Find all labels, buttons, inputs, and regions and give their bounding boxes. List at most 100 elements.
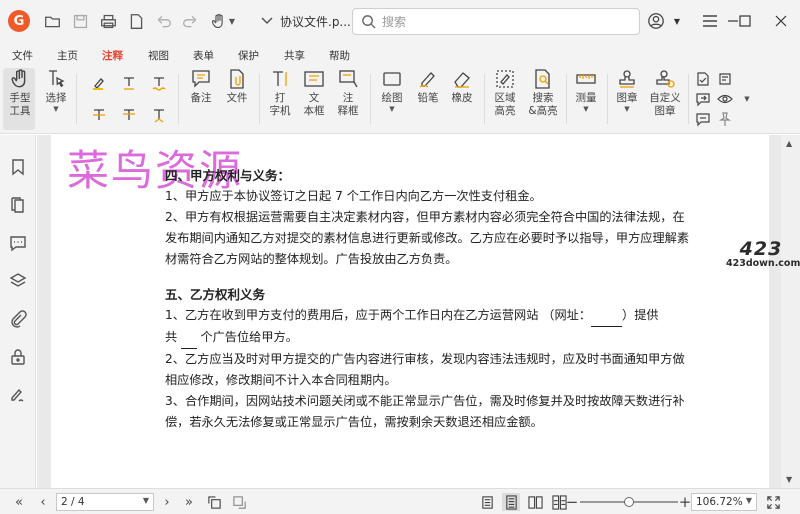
hand-tool-icon[interactable] <box>208 11 228 31</box>
hand-tool-button[interactable]: 手型 工具 <box>6 68 34 118</box>
save-icon[interactable] <box>70 11 90 31</box>
previous-view-icon[interactable] <box>205 493 223 511</box>
zoom-slider[interactable] <box>580 497 678 507</box>
strikeout-text-icon[interactable] <box>90 106 108 124</box>
stamp-button[interactable]: 图章 ▼ <box>612 68 642 113</box>
undo-icon[interactable] <box>153 11 173 31</box>
select-dropdown-icon[interactable]: ▼ <box>53 105 58 113</box>
app-logo[interactable]: G <box>8 10 30 32</box>
hand-tool-dropdown-icon[interactable]: ▼ <box>226 11 238 31</box>
typewriter-button[interactable]: 打 字机 <box>266 68 294 118</box>
search-highlight-label: 搜索 &高亮 <box>528 92 558 117</box>
stamp-dropdown-icon[interactable]: ▼ <box>624 105 629 113</box>
squiggly-text-icon[interactable] <box>150 74 168 92</box>
section-5-item-2: 2、乙方应当及时对甲方提交的广告内容进行审核，发现内容违法违规时，应及时书面通知… <box>165 352 685 387</box>
highlight-text-icon[interactable] <box>90 74 108 92</box>
custom-stamp-label: 自定义 图章 <box>649 92 681 117</box>
import-comments-icon[interactable] <box>694 90 712 108</box>
continuous-view-icon[interactable] <box>502 493 520 511</box>
file-attachment-button[interactable]: 文件 <box>222 68 252 105</box>
scroll-up-icon[interactable]: ▲ <box>786 139 792 148</box>
replace-text-icon[interactable] <box>120 106 138 124</box>
previous-page-icon[interactable]: ‹ <box>34 493 52 511</box>
tab-form[interactable]: 表单 <box>193 48 214 63</box>
measure-dropdown-icon[interactable]: ▼ <box>583 105 588 113</box>
export-comments-icon[interactable] <box>694 110 712 128</box>
more-menu-icon[interactable] <box>699 10 721 32</box>
pin-icon[interactable] <box>716 110 734 128</box>
vertical-scrollbar[interactable]: ▲ ▼ <box>781 135 800 488</box>
next-view-icon[interactable] <box>230 493 248 511</box>
hand-tool-label: 手型 工具 <box>9 92 31 117</box>
first-page-icon[interactable]: « <box>10 493 28 511</box>
layers-icon[interactable] <box>8 271 28 291</box>
drawing-label: 绘图 <box>381 92 403 104</box>
area-highlight-button[interactable]: 区域 高亮 <box>490 68 520 118</box>
search-input[interactable] <box>382 14 622 29</box>
tab-share[interactable]: 共享 <box>284 48 305 63</box>
redo-icon[interactable] <box>180 11 200 31</box>
last-page-icon[interactable]: » <box>180 493 198 511</box>
account-dropdown-icon[interactable]: ▼ <box>666 10 688 32</box>
tab-home[interactable]: 主页 <box>57 48 78 63</box>
tab-help[interactable]: 帮助 <box>329 48 350 63</box>
maximize-icon[interactable] <box>734 10 756 32</box>
measure-button[interactable]: 测量 ▼ <box>571 68 601 113</box>
note-button[interactable]: 备注 <box>186 68 216 105</box>
left-sidebar <box>0 135 36 488</box>
comments-panel-icon[interactable] <box>8 233 28 253</box>
zoom-level-input[interactable]: 106.72% ▼ <box>691 493 757 511</box>
summarize-comments-icon[interactable] <box>716 70 734 88</box>
insert-text-icon[interactable] <box>150 106 168 124</box>
tab-protect[interactable]: 保护 <box>238 48 259 63</box>
zoom-slider-handle[interactable] <box>624 497 634 507</box>
attachments-icon[interactable] <box>8 309 28 329</box>
bookmark-icon[interactable] <box>8 157 28 177</box>
note-icon <box>192 70 210 88</box>
account-icon[interactable] <box>645 10 667 32</box>
section-5-heading: 五、乙方权利义务 <box>165 287 266 302</box>
drawing-dropdown-icon[interactable]: ▼ <box>389 105 394 113</box>
separator <box>688 74 689 124</box>
show-comments-dropdown-icon[interactable]: ▼ <box>738 90 756 108</box>
select-button[interactable]: 选择 ▼ <box>42 68 70 113</box>
page-number-input[interactable]: 2 / 4 ▼ <box>56 493 154 511</box>
document-tab[interactable]: 协议文件.p... <box>260 8 351 34</box>
section-5-item-1-a: 1、乙方在收到甲方支付的费用后，应于两个工作日内在乙方运营网站 （网址： <box>165 308 592 322</box>
scroll-down-icon[interactable]: ▼ <box>786 475 792 484</box>
tab-comment[interactable]: 注释 <box>102 48 123 68</box>
facing-view-icon[interactable] <box>526 493 544 511</box>
drawing-button[interactable]: 绘图 ▼ <box>377 68 407 113</box>
show-comments-icon[interactable] <box>716 90 734 108</box>
tab-view[interactable]: 视图 <box>148 48 169 63</box>
print-icon[interactable] <box>98 11 118 31</box>
textbox-button[interactable]: 文 本框 <box>300 68 328 118</box>
pages-thumbnail-icon[interactable] <box>8 195 28 215</box>
new-document-icon[interactable] <box>126 11 146 31</box>
comment-list-icon[interactable] <box>694 70 712 88</box>
callout-button[interactable]: 注 释框 <box>334 68 362 118</box>
search-box[interactable] <box>352 8 640 35</box>
single-page-view-icon[interactable] <box>478 493 496 511</box>
close-icon[interactable] <box>770 10 792 32</box>
eraser-button[interactable]: 橡皮 <box>447 68 477 105</box>
section-4-item-2: 2、甲方有权根据运营需要自主决定素材内容，但甲方素材内容必须完全符合中国的法律法… <box>165 210 690 266</box>
tab-file[interactable]: 文件 <box>12 48 33 63</box>
custom-stamp-button[interactable]: 自定义 图章 <box>646 68 684 118</box>
underline-text-icon[interactable] <box>120 74 138 92</box>
open-folder-icon[interactable] <box>42 11 62 31</box>
signature-icon[interactable] <box>8 385 28 405</box>
zoom-dropdown-icon[interactable]: ▼ <box>746 496 752 505</box>
security-lock-icon[interactable] <box>8 347 28 367</box>
next-page-icon[interactable]: › <box>158 493 176 511</box>
fullscreen-icon[interactable] <box>764 493 782 511</box>
pencil-button[interactable]: 铅笔 <box>413 68 443 105</box>
site-logo: 423 423down.com <box>726 240 800 270</box>
site-logo-domain: 423down.com <box>726 258 800 269</box>
search-highlight-button[interactable]: 搜索 &高亮 <box>526 68 560 118</box>
zoom-out-button[interactable]: − <box>563 493 581 511</box>
page-dropdown-icon[interactable]: ▼ <box>143 496 149 505</box>
callout-icon <box>339 70 358 88</box>
document-viewport[interactable]: 菜鸟资源 四、甲方权利与义务： 1、甲方应于本协议签订之日起 7 个工作日内向乙… <box>37 135 781 488</box>
